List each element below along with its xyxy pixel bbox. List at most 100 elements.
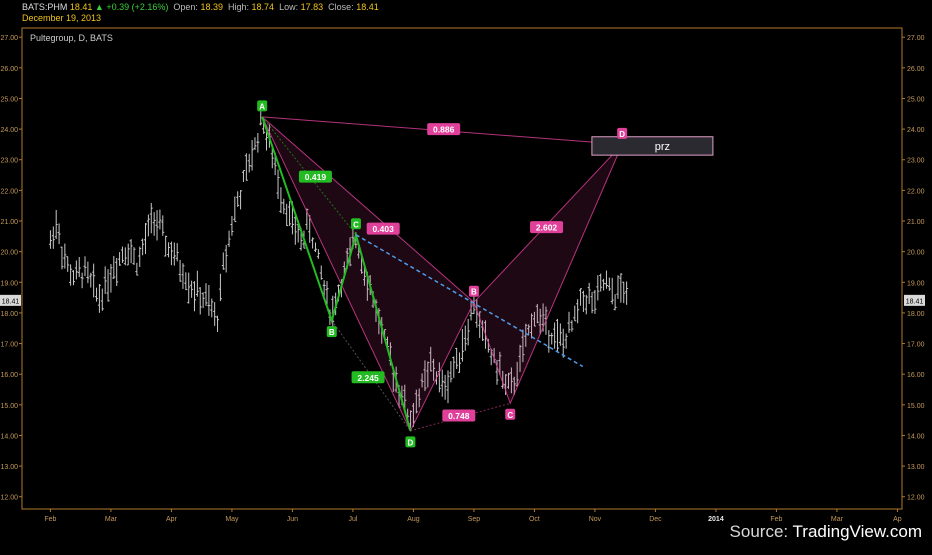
magenta-ratio-label: 2.602 — [536, 223, 558, 233]
ohlc-bar — [616, 275, 620, 299]
ohlc-bar — [443, 374, 447, 400]
ohlc-bar — [132, 247, 136, 265]
open-value: 18.39 — [200, 2, 223, 12]
y-tick-label-right: 13.00 — [907, 464, 925, 471]
ohlc-bar — [123, 247, 127, 266]
x-tick-label: Aug — [407, 516, 420, 523]
ohlc-bar — [216, 315, 220, 333]
ohlc-bar — [218, 273, 222, 302]
ohlc-bar — [109, 264, 113, 293]
y-tick-label-left: 14.00 — [0, 433, 18, 440]
y-tick-label-right: 16.00 — [907, 372, 925, 379]
ohlc-bar — [610, 277, 614, 305]
ohlc-bar — [155, 210, 159, 241]
ohlc-bar — [319, 265, 323, 280]
x-tick-label: May — [225, 516, 239, 523]
ohlc-bar — [158, 209, 162, 230]
ohlc-bar — [250, 140, 254, 171]
ohlc-bar — [221, 252, 225, 270]
green-ratio-label: 2.245 — [357, 373, 379, 383]
ohlc-bar — [570, 320, 574, 332]
ohlc-bar — [195, 270, 199, 297]
y-tick-label-left: 23.00 — [0, 158, 18, 165]
x-tick-label: Dec — [649, 516, 662, 523]
ohlc-bar — [619, 273, 623, 303]
ohlc-bar — [288, 201, 292, 226]
ohlc-bar — [178, 259, 182, 282]
ohlc-bar — [440, 369, 444, 397]
ohlc-bar — [567, 311, 571, 333]
ohlc-bar — [126, 243, 130, 266]
ohlc-bar — [144, 223, 148, 255]
green-point-label: C — [353, 220, 359, 229]
x-tick-label: Nov — [589, 516, 602, 523]
symbol: BATS:PHM — [22, 2, 68, 12]
y-tick-label-left: 18.00 — [0, 311, 18, 318]
ohlc-bar — [141, 238, 145, 256]
y-tick-label-right: 14.00 — [907, 433, 925, 440]
ohlc-bar — [213, 302, 217, 326]
ohlc-bar — [71, 270, 75, 286]
high-label: High: — [228, 2, 250, 12]
ohlc-header: BATS:PHM 18.41 ▲ +0.39 (+2.16%) Open: 18… — [22, 2, 379, 12]
y-tick-label-left: 25.00 — [0, 96, 18, 103]
ohlc-bar — [604, 270, 608, 289]
magenta-ratio-label: 0.886 — [433, 125, 455, 135]
y-tick-label-right: 22.00 — [907, 188, 925, 195]
ohlc-bar — [207, 285, 211, 316]
y-tick-label-right: 20.00 — [907, 250, 925, 257]
green-point-label: D — [408, 438, 414, 447]
prz-label: prz — [655, 141, 670, 153]
ohlc-bar — [97, 284, 101, 313]
ohlc-bar — [622, 281, 626, 304]
ohlc-bar — [138, 246, 142, 268]
y-tick-label-left: 15.00 — [0, 403, 18, 410]
source-credit: Source: TradingView.com — [730, 522, 922, 542]
magenta-ratio-label: 0.748 — [448, 411, 470, 421]
ohlc-bar — [120, 246, 124, 263]
ohlc-bar — [313, 242, 317, 253]
y-tick-label-left: 22.00 — [0, 188, 18, 195]
y-tick-label-right: 25.00 — [907, 96, 925, 103]
ohlc-bar — [547, 330, 551, 353]
ohlc-bar — [241, 170, 245, 182]
ohlc-bar — [253, 137, 257, 150]
green-point-label: B — [329, 328, 335, 337]
ohlc-bar — [458, 352, 462, 373]
y-tick-label-left: 26.00 — [0, 66, 18, 73]
magenta-ratio-label: 0.403 — [373, 224, 395, 234]
source-brand[interactable]: TradingView.com — [793, 522, 922, 541]
ohlc-bar — [192, 281, 196, 312]
header-date: December 19, 2013 — [22, 13, 102, 23]
chart-svg: 12.00 12.00 13.00 13.00 14.00 14.00 15.00 15.00… — [0, 27, 925, 523]
ohlc-bar — [187, 272, 191, 304]
chart-subtitle: Pultegroup, D, BATS — [30, 33, 113, 43]
ohlc-bar — [561, 328, 565, 358]
y-tick-label-right: 17.00 — [907, 342, 925, 349]
y-tick-label-right: 15.00 — [907, 403, 925, 410]
ohlc-bar — [233, 196, 237, 223]
ohlc-bar — [555, 318, 559, 352]
x-tick-label: Jun — [287, 516, 298, 523]
price-tag-left: 18.41 — [2, 298, 20, 305]
last-price: 18.41 — [69, 2, 93, 12]
ohlc-bar — [584, 294, 588, 315]
chart: 12.00 12.00 13.00 13.00 14.00 14.00 15.00 15.00… — [0, 0, 932, 550]
ohlc-bar — [210, 298, 214, 318]
ohlc-bar — [112, 255, 116, 279]
ohlc-bar — [77, 256, 81, 278]
x-tick-label: Mar — [105, 516, 118, 523]
ohlc-bar — [103, 266, 107, 294]
ohlc-bar — [276, 169, 280, 200]
ohlc-bar — [590, 291, 594, 314]
ohlc-bar — [161, 215, 165, 236]
ohlc-bar — [247, 153, 251, 173]
y-tick-label-right: 19.00 — [907, 280, 925, 287]
ohlc-bar — [244, 153, 248, 181]
y-tick-label-left: 13.00 — [0, 464, 18, 471]
ohlc-bar — [204, 283, 208, 306]
ohlc-bar — [57, 223, 61, 245]
close-label: Close: — [328, 2, 354, 12]
y-tick-label-left: 24.00 — [0, 127, 18, 134]
ohlc-bar — [311, 237, 315, 249]
